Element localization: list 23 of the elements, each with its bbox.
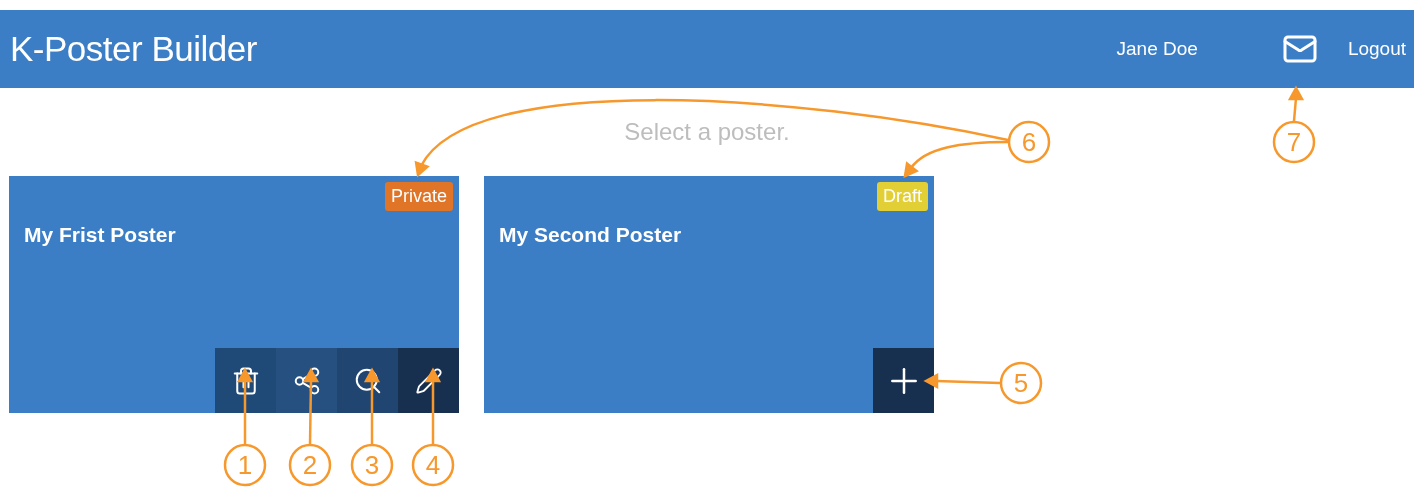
share-button[interactable] xyxy=(276,348,337,413)
callout-number: 2 xyxy=(288,443,332,487)
user-name: Jane Doe xyxy=(1116,38,1198,60)
status-badge: Private xyxy=(384,182,453,211)
poster-card[interactable]: Draft My Second Poster xyxy=(484,176,934,413)
callout-number: 7 xyxy=(1272,120,1316,164)
callout-number: 4 xyxy=(411,443,455,487)
callout-number: 3 xyxy=(350,443,394,487)
callout-number: 5 xyxy=(999,361,1043,405)
delete-button[interactable] xyxy=(215,348,276,413)
callout-number: 1 xyxy=(223,443,267,487)
app-title: K-Poster Builder xyxy=(10,29,258,69)
callout-arrow xyxy=(1287,85,1305,122)
logout-link[interactable]: Logout xyxy=(1347,38,1406,60)
poster-title: My Frist Poster xyxy=(24,223,177,247)
poster-card[interactable]: Private My Frist Poster xyxy=(9,176,459,413)
callout-number: 6 xyxy=(1007,120,1051,164)
poster-title: My Second Poster xyxy=(499,223,683,247)
select-prompt: Select a poster. xyxy=(624,118,790,145)
add-button[interactable] xyxy=(873,348,934,413)
edit-button[interactable] xyxy=(398,348,459,413)
view-button[interactable] xyxy=(337,348,398,413)
status-badge: Draft xyxy=(877,182,928,211)
